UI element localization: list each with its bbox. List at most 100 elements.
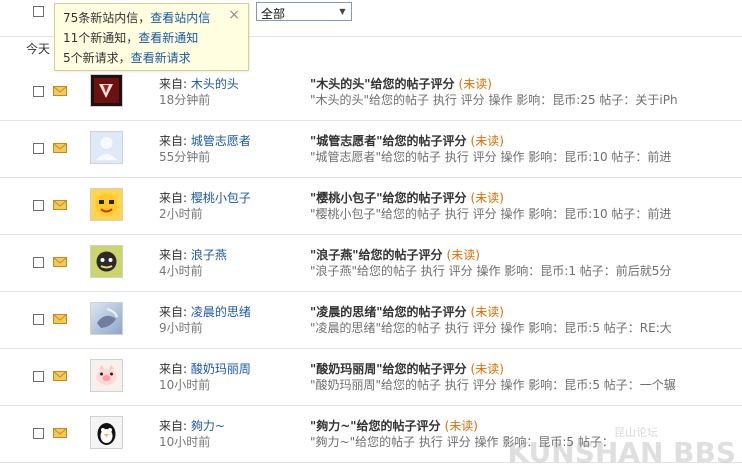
- message-time: 9小时前: [159, 321, 203, 335]
- message-snippet: "樱桃小包子"给您的帖子 执行 评分 操作 影响：昆币:10 帖子：前进: [310, 207, 672, 221]
- message-subject-block[interactable]: "酸奶玛丽周"给您的帖子评分 (未读) "酸奶玛丽周"给您的帖子 执行 评分 操作…: [310, 361, 742, 393]
- unread-badge: (未读): [470, 191, 504, 205]
- message-subject[interactable]: "酸奶玛丽周"给您的帖子评分 (未读): [310, 361, 742, 377]
- message-row[interactable]: 来自: 浪子燕 4小时前 "浪子燕"给您的帖子评分 (未读) "浪子燕"给您的帖子…: [0, 235, 742, 292]
- from-label: 来自:: [159, 419, 188, 433]
- avatar[interactable]: [90, 188, 123, 221]
- message-subject[interactable]: "木头的头"给您的帖子评分 (未读): [310, 76, 742, 92]
- site-watermark: 昆山论坛 KUNSHAN BBS: [507, 426, 736, 467]
- sender-name-link[interactable]: 浪子燕: [191, 248, 227, 262]
- popup-notice-count: 11个新通知，: [63, 31, 139, 45]
- sender-meta: 来自: 浪子燕 4小时前: [159, 247, 299, 279]
- subject-text[interactable]: "樱桃小包子"给您的帖子评分: [310, 191, 467, 205]
- unread-badge: (未读): [470, 134, 504, 148]
- sender-name-link[interactable]: 酸奶玛丽周: [191, 362, 251, 376]
- sender-meta: 来自: 樱桃小包子 2小时前: [159, 190, 299, 222]
- message-checkbox[interactable]: [33, 314, 44, 325]
- sender-name-link[interactable]: 樱桃小包子: [191, 191, 251, 205]
- sender-line: 来自: 酸奶玛丽周: [159, 361, 299, 377]
- envelope-icon: [53, 314, 67, 324]
- message-checkbox[interactable]: [33, 428, 44, 439]
- message-time: 55分钟前: [159, 150, 211, 164]
- message-time: 10小时前: [159, 378, 211, 392]
- message-subject[interactable]: "浪子燕"给您的帖子评分 (未读): [310, 247, 742, 263]
- message-subject[interactable]: "城管志愿者"给您的帖子评分 (未读): [310, 133, 742, 149]
- envelope-icon: [53, 428, 67, 438]
- message-checkbox[interactable]: [33, 371, 44, 382]
- message-checkbox[interactable]: [33, 200, 44, 211]
- message-snippet: "酸奶玛丽周"给您的帖子 执行 评分 操作 影响：昆币:5 帖子：一个辗: [310, 378, 676, 392]
- popup-notice-line: 11个新通知，查看新通知: [63, 28, 240, 48]
- view-notices-link[interactable]: 查看新通知: [138, 31, 198, 45]
- message-list: 来自: 木头的头 18分钟前 "木头的头"给您的帖子评分 (未读) "木头的头"给…: [0, 64, 742, 463]
- message-checkbox[interactable]: [33, 86, 44, 97]
- from-label: 来自:: [159, 191, 188, 205]
- message-row[interactable]: 来自: 木头的头 18分钟前 "木头的头"给您的帖子评分 (未读) "木头的头"给…: [0, 64, 742, 121]
- popup-request-count: 5个新请求，: [63, 51, 131, 65]
- sender-meta: 来自: 夠力~ 10小时前: [159, 418, 299, 450]
- subject-text[interactable]: "浪子燕"给您的帖子评分: [310, 248, 443, 262]
- unread-badge: (未读): [470, 362, 504, 376]
- message-subject-block[interactable]: "城管志愿者"给您的帖子评分 (未读) "城管志愿者"给您的帖子 执行 评分 操作…: [310, 133, 742, 165]
- envelope-icon: [53, 200, 67, 210]
- sender-name-link[interactable]: 城管志愿者: [191, 134, 251, 148]
- unread-badge: (未读): [444, 419, 478, 433]
- message-checkbox[interactable]: [33, 257, 44, 268]
- avatar[interactable]: [90, 359, 123, 392]
- subject-text[interactable]: "木头的头"给您的帖子评分: [310, 77, 455, 91]
- message-subject-block[interactable]: "凌晨的思绪"给您的帖子评分 (未读) "凌晨的思绪"给您的帖子 执行 评分 操作…: [310, 304, 742, 336]
- message-subject-block[interactable]: "木头的头"给您的帖子评分 (未读) "木头的头"给您的帖子 执行 评分 操作 影…: [310, 76, 742, 108]
- popup-message-line: 75条新站内信，查看站内信: [63, 8, 240, 28]
- avatar[interactable]: [90, 131, 123, 164]
- select-all-checkbox[interactable]: [33, 6, 44, 17]
- popup-request-line: 5个新请求，查看新请求: [63, 48, 240, 68]
- message-row[interactable]: 来自: 樱桃小包子 2小时前 "樱桃小包子"给您的帖子评分 (未读) "樱桃小包子…: [0, 178, 742, 235]
- message-filter-select[interactable]: 全部 ▼: [256, 2, 352, 21]
- message-subject[interactable]: "凌晨的思绪"给您的帖子评分 (未读): [310, 304, 742, 320]
- avatar[interactable]: [90, 245, 123, 278]
- message-row[interactable]: 来自: 城管志愿者 55分钟前 "城管志愿者"给您的帖子评分 (未读) "城管志愿…: [0, 121, 742, 178]
- avatar[interactable]: [90, 302, 123, 335]
- chevron-down-icon: ▼: [339, 7, 346, 16]
- message-subject-block[interactable]: "浪子燕"给您的帖子评分 (未读) "浪子燕"给您的帖子 执行 评分 操作 影响：…: [310, 247, 742, 279]
- avatar[interactable]: [90, 74, 123, 107]
- subject-text[interactable]: "凌晨的思绪"给您的帖子评分: [310, 305, 467, 319]
- envelope-icon: [53, 143, 67, 153]
- sender-name-link[interactable]: 木头的头: [191, 77, 239, 91]
- message-subject-block[interactable]: "樱桃小包子"给您的帖子评分 (未读) "樱桃小包子"给您的帖子 执行 评分 操作…: [310, 190, 742, 222]
- sender-meta: 来自: 酸奶玛丽周 10小时前: [159, 361, 299, 393]
- message-time: 2小时前: [159, 207, 203, 221]
- sender-meta: 来自: 木头的头 18分钟前: [159, 76, 299, 108]
- message-row[interactable]: 来自: 凌晨的思绪 9小时前 "凌晨的思绪"给您的帖子评分 (未读) "凌晨的思绪…: [0, 292, 742, 349]
- from-label: 来自:: [159, 362, 188, 376]
- unread-badge: (未读): [470, 305, 504, 319]
- message-snippet: "木头的头"给您的帖子 执行 评分 操作 影响：昆币:25 帖子：关于iPh: [310, 93, 678, 107]
- message-subject[interactable]: "樱桃小包子"给您的帖子评分 (未读): [310, 190, 742, 206]
- sender-name-link[interactable]: 凌晨的思绪: [191, 305, 251, 319]
- from-label: 来自:: [159, 77, 188, 91]
- popup-message-count: 75条新站内信，: [63, 11, 151, 25]
- close-icon[interactable]: ×: [228, 8, 240, 22]
- message-time: 18分钟前: [159, 93, 211, 107]
- message-time: 10小时前: [159, 435, 211, 449]
- message-snippet: "浪子燕"给您的帖子 执行 评分 操作 影响：昆币:1 帖子：前后就5分: [310, 264, 672, 278]
- message-checkbox[interactable]: [33, 143, 44, 154]
- view-messages-link[interactable]: 查看站内信: [150, 11, 210, 25]
- from-label: 来自:: [159, 134, 188, 148]
- sender-line: 来自: 木头的头: [159, 76, 299, 92]
- subject-text[interactable]: "城管志愿者"给您的帖子评分: [310, 134, 467, 148]
- envelope-icon: [53, 371, 67, 381]
- message-snippet: "凌晨的思绪"给您的帖子 执行 评分 操作 影响：昆币:5 帖子：RE:大: [310, 321, 672, 335]
- sender-name-link[interactable]: 夠力~: [191, 419, 225, 433]
- sender-line: 来自: 夠力~: [159, 418, 299, 434]
- watermark-chinese: 昆山论坛: [614, 426, 658, 439]
- message-time: 4小时前: [159, 264, 203, 278]
- subject-text[interactable]: "酸奶玛丽周"给您的帖子评分: [310, 362, 467, 376]
- view-requests-link[interactable]: 查看新请求: [131, 51, 191, 65]
- subject-text[interactable]: "夠力~"给您的帖子评分: [310, 419, 441, 433]
- sender-line: 来自: 浪子燕: [159, 247, 299, 263]
- sender-meta: 来自: 城管志愿者 55分钟前: [159, 133, 299, 165]
- message-row[interactable]: 来自: 酸奶玛丽周 10小时前 "酸奶玛丽周"给您的帖子评分 (未读) "酸奶玛丽…: [0, 349, 742, 406]
- message-subject[interactable]: "夠力~"给您的帖子评分 (未读): [310, 418, 742, 434]
- avatar[interactable]: [90, 416, 123, 449]
